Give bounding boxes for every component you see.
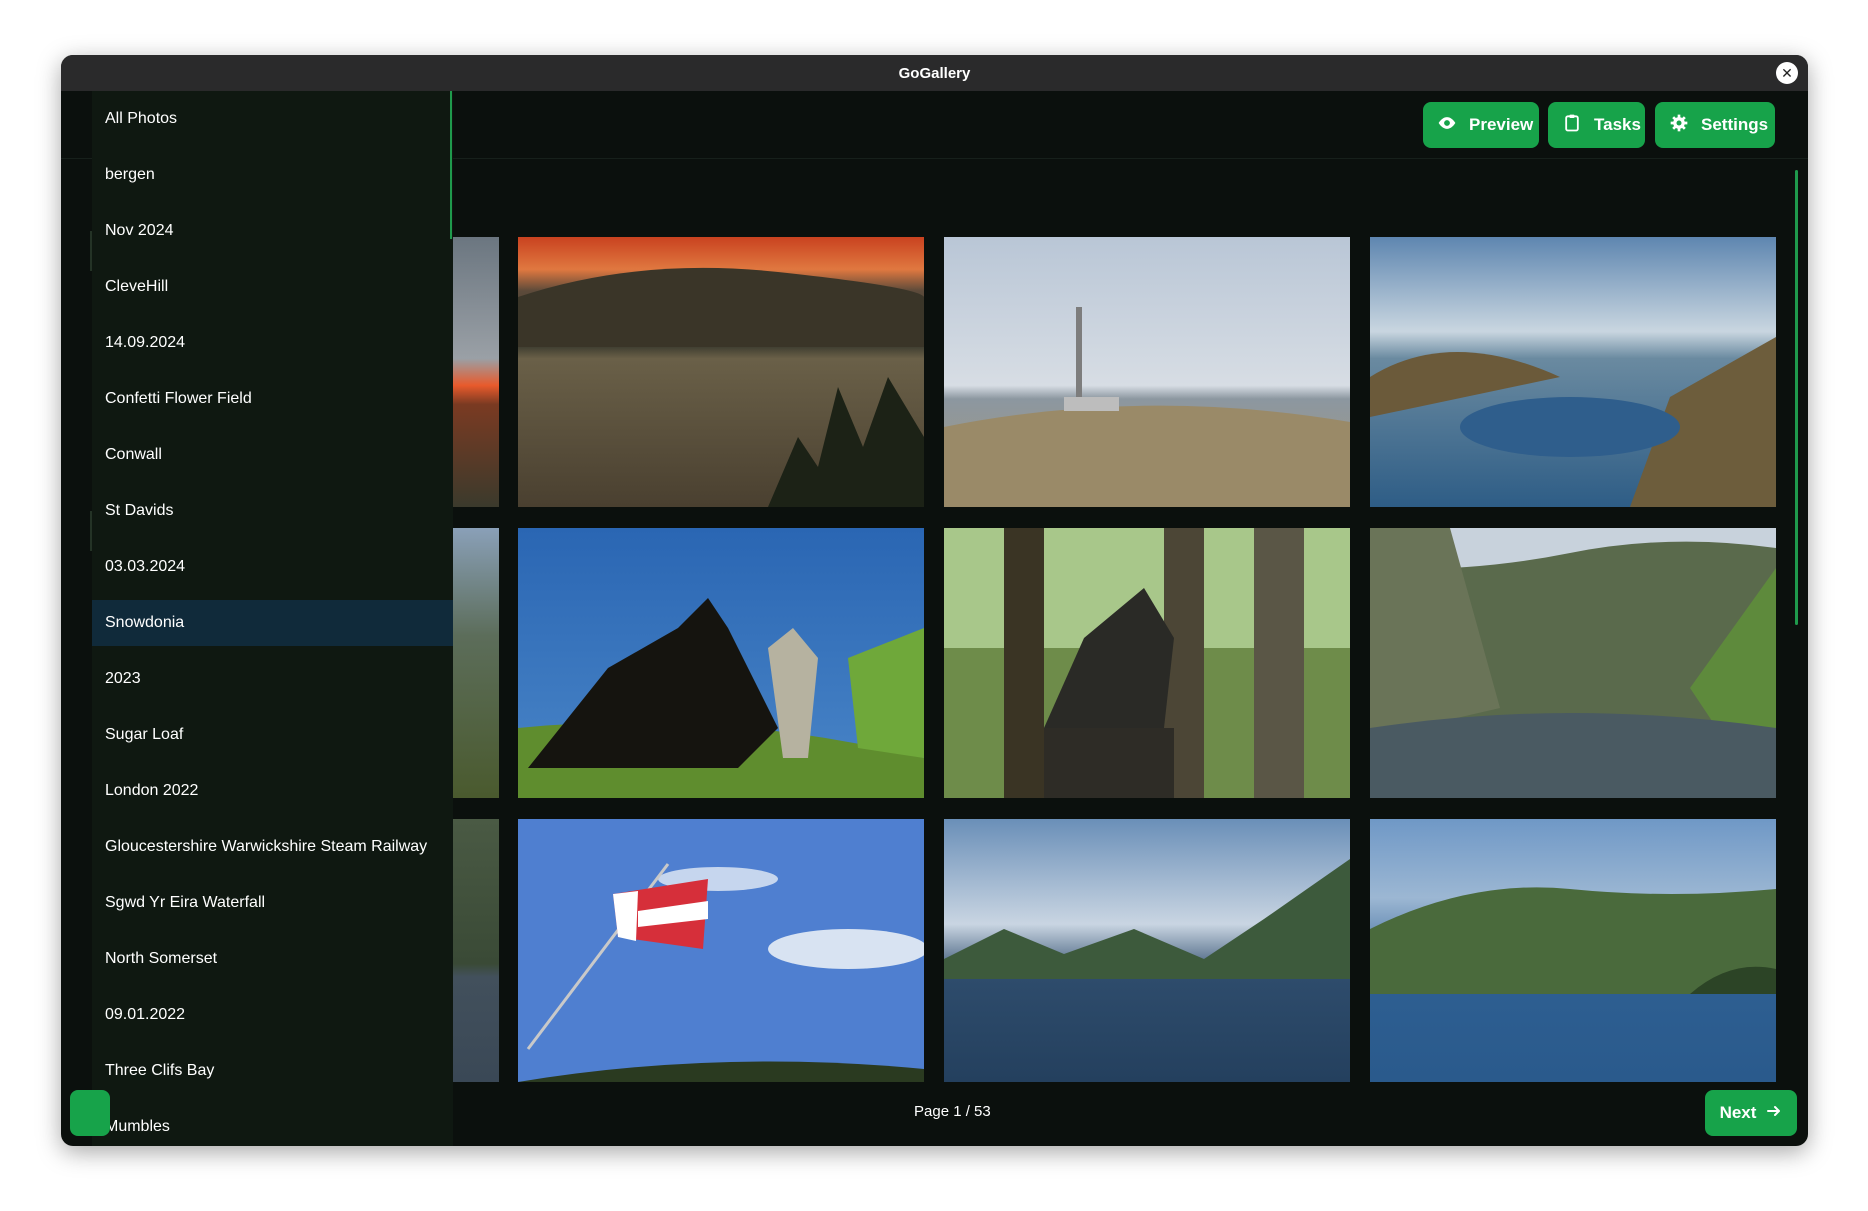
sidebar-item-nov-2024[interactable]: Nov 2024 bbox=[92, 203, 453, 259]
sidebar-item-gloucestershire-warwickshire-steam-railway[interactable]: Gloucestershire Warwickshire Steam Railw… bbox=[92, 819, 453, 875]
sidebar-scrollbar[interactable] bbox=[450, 91, 452, 239]
photo-thumbnail[interactable] bbox=[1370, 819, 1776, 1082]
sidebar-item-sgwd-yr-eira-waterfall[interactable]: Sgwd Yr Eira Waterfall bbox=[92, 875, 453, 931]
previous-page-button[interactable] bbox=[70, 1090, 110, 1136]
sidebar-item-mumbles[interactable]: Mumbles bbox=[92, 1099, 453, 1146]
sidebar-item-09-01-2022[interactable]: 09.01.2022 bbox=[92, 987, 453, 1043]
photo-thumbnail[interactable] bbox=[518, 528, 924, 798]
arrow-right-icon bbox=[1766, 1103, 1782, 1124]
sidebar-item-north-somerset[interactable]: North Somerset bbox=[92, 931, 453, 987]
sidebar-item-confetti-flower-field[interactable]: Confetti Flower Field bbox=[92, 371, 453, 427]
photo-thumbnail[interactable] bbox=[518, 237, 924, 507]
page-indicator: Page 1 / 53 bbox=[914, 1103, 991, 1120]
sidebar-item-conwall[interactable]: Conwall bbox=[92, 427, 453, 483]
album-sidebar: All Photos bergen Nov 2024 CleveHill 14.… bbox=[90, 91, 453, 1146]
photo-thumbnail[interactable] bbox=[1370, 237, 1776, 507]
sidebar-item-all-photos[interactable]: All Photos bbox=[92, 91, 453, 147]
sidebar-item-sugar-loaf[interactable]: Sugar Loaf bbox=[92, 707, 453, 763]
sidebar-item-03-03-2024[interactable]: 03.03.2024 bbox=[92, 539, 453, 595]
sidebar-item-clevehill[interactable]: CleveHill bbox=[92, 259, 453, 315]
sidebar-item-2023[interactable]: 2023 bbox=[92, 651, 453, 707]
sidebar-item-bergen[interactable]: bergen bbox=[92, 147, 453, 203]
sidebar-item-three-clifs-bay[interactable]: Three Clifs Bay bbox=[92, 1043, 453, 1099]
sidebar-item-london-2022[interactable]: London 2022 bbox=[92, 763, 453, 819]
sidebar-item-14-09-2024[interactable]: 14.09.2024 bbox=[92, 315, 453, 371]
photo-thumbnail[interactable] bbox=[452, 237, 499, 507]
photo-thumbnail[interactable] bbox=[452, 819, 499, 1082]
app-window: GoGallery ✕ Preview Tasks Settings All P… bbox=[61, 55, 1808, 1146]
photo-thumbnail[interactable] bbox=[944, 237, 1350, 507]
photo-thumbnail[interactable] bbox=[944, 528, 1350, 798]
photo-thumbnail[interactable] bbox=[944, 819, 1350, 1082]
photo-thumbnail[interactable] bbox=[1370, 528, 1776, 798]
sidebar-item-snowdonia[interactable]: Snowdonia bbox=[92, 600, 453, 646]
next-label: Next bbox=[1719, 1103, 1757, 1122]
next-page-button[interactable]: Next bbox=[1705, 1090, 1797, 1136]
photo-thumbnail[interactable] bbox=[518, 819, 924, 1082]
photo-thumbnail[interactable] bbox=[452, 528, 499, 798]
sidebar-item-st-davids[interactable]: St Davids bbox=[92, 483, 453, 539]
